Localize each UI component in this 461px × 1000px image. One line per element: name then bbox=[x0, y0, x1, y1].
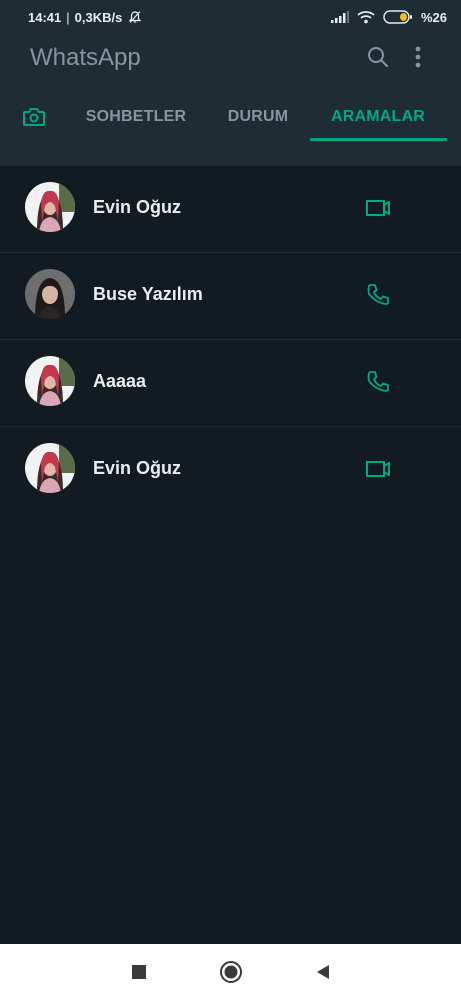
avatar[interactable] bbox=[25, 269, 75, 319]
wifi-icon bbox=[357, 10, 375, 24]
status-speed: 0,3KB/s bbox=[74, 9, 123, 25]
video-call-icon[interactable] bbox=[364, 455, 392, 483]
call-list: Evin Oğuz Buse Yazılım Aaaaa Evin Oğuz bbox=[0, 166, 461, 513]
status-bar: 14:41 | 0,3KB/s %26 bbox=[0, 0, 461, 34]
system-navigation-bar bbox=[0, 944, 461, 1000]
search-icon[interactable] bbox=[367, 46, 389, 68]
battery-percent: %26 bbox=[420, 9, 447, 25]
app-title: WhatsApp bbox=[30, 44, 141, 71]
status-time: 14:41 bbox=[28, 9, 62, 25]
avatar[interactable] bbox=[25, 182, 75, 232]
tab-status[interactable]: DURUM bbox=[218, 92, 298, 142]
status-right: %26 bbox=[330, 9, 447, 25]
voice-call-icon[interactable] bbox=[364, 368, 392, 396]
contact-name: Aaaaa bbox=[93, 371, 147, 391]
voice-call-icon[interactable] bbox=[364, 281, 392, 309]
tab-chats[interactable]: SOHBETLER bbox=[80, 92, 192, 142]
avatar[interactable] bbox=[25, 443, 75, 493]
call-row[interactable]: Evin Oğuz bbox=[0, 166, 461, 253]
status-left: 14:41 | 0,3KB/s bbox=[28, 10, 142, 25]
active-tab-indicator bbox=[310, 138, 447, 141]
call-row[interactable]: Evin Oğuz bbox=[0, 427, 461, 513]
signal-icon bbox=[330, 11, 349, 23]
back-button[interactable] bbox=[315, 964, 331, 980]
contact-name: Buse Yazılım bbox=[93, 284, 203, 304]
recents-button[interactable] bbox=[131, 964, 147, 980]
tab-camera[interactable] bbox=[14, 92, 54, 142]
status-separator: | bbox=[66, 9, 70, 25]
app-header: WhatsApp SOHBETLER DURUM ARAMALAR bbox=[0, 34, 461, 166]
tab-bar: SOHBETLER DURUM ARAMALAR bbox=[0, 92, 461, 142]
avatar[interactable] bbox=[25, 356, 75, 406]
more-options-icon[interactable] bbox=[415, 46, 421, 68]
battery-icon bbox=[383, 10, 413, 24]
home-button[interactable] bbox=[219, 960, 243, 984]
tab-calls[interactable]: ARAMALAR bbox=[320, 92, 436, 142]
header-actions bbox=[367, 46, 421, 68]
contact-name: Evin Oğuz bbox=[93, 197, 182, 217]
mute-notification-icon bbox=[128, 10, 142, 24]
call-row[interactable]: Aaaaa bbox=[0, 340, 461, 427]
call-row[interactable]: Buse Yazılım bbox=[0, 253, 461, 340]
contact-name: Evin Oğuz bbox=[93, 458, 182, 478]
video-call-icon[interactable] bbox=[364, 194, 392, 222]
camera-icon bbox=[22, 107, 46, 127]
